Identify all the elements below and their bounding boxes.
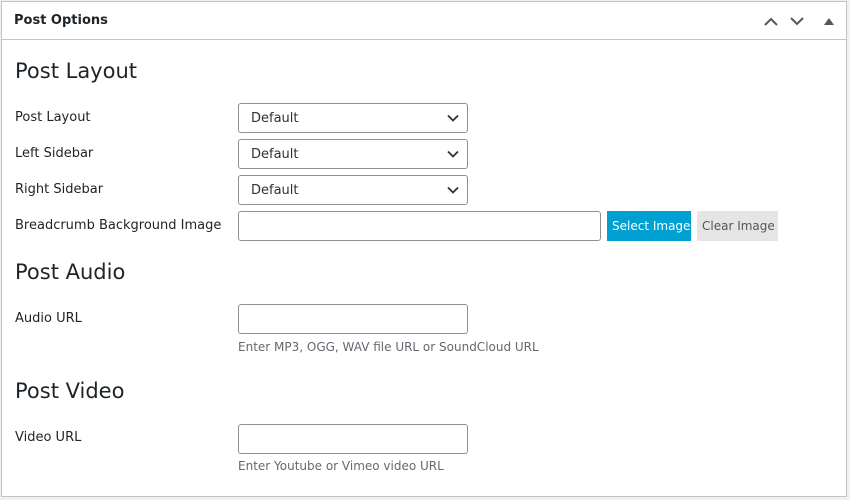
right-sidebar-select-value: Default (251, 183, 299, 198)
breadcrumb-bg-label: Breadcrumb Background Image (15, 218, 222, 233)
chevron-down-icon (447, 150, 459, 158)
left-sidebar-select-value: Default (251, 147, 299, 162)
right-sidebar-select[interactable]: Default (238, 175, 468, 205)
post-layout-select-value: Default (251, 111, 299, 126)
post-options-box: Post Options Post Layout Post Layout Def… (1, 1, 847, 497)
video-url-description: Enter Youtube or Vimeo video URL (238, 459, 444, 473)
postbox-header: Post Options (2, 2, 846, 40)
left-sidebar-select[interactable]: Default (238, 139, 468, 169)
breadcrumb-bg-input[interactable] (238, 211, 601, 241)
video-url-label: Video URL (15, 430, 82, 445)
post-layout-label: Post Layout (15, 110, 91, 125)
chevron-down-icon (447, 114, 459, 122)
right-sidebar-label: Right Sidebar (15, 182, 104, 197)
audio-url-description: Enter MP3, OGG, WAV file URL or SoundClo… (238, 340, 539, 354)
clear-image-button[interactable]: Clear Image (697, 211, 778, 241)
section-heading-post-audio: Post Audio (15, 260, 126, 284)
section-heading-post-video: Post Video (15, 379, 125, 403)
chevron-up-icon[interactable] (762, 12, 780, 30)
postbox-title: Post Options (14, 13, 108, 28)
video-url-input[interactable] (238, 424, 468, 454)
left-sidebar-label: Left Sidebar (15, 146, 94, 161)
chevron-down-icon[interactable] (788, 12, 806, 30)
collapse-triangle-icon[interactable] (820, 12, 838, 30)
section-heading-post-layout: Post Layout (15, 59, 138, 83)
audio-url-label: Audio URL (15, 311, 82, 326)
post-layout-select[interactable]: Default (238, 103, 468, 133)
select-image-button[interactable]: Select Image (607, 211, 691, 241)
chevron-down-icon (447, 186, 459, 194)
audio-url-input[interactable] (238, 304, 468, 334)
